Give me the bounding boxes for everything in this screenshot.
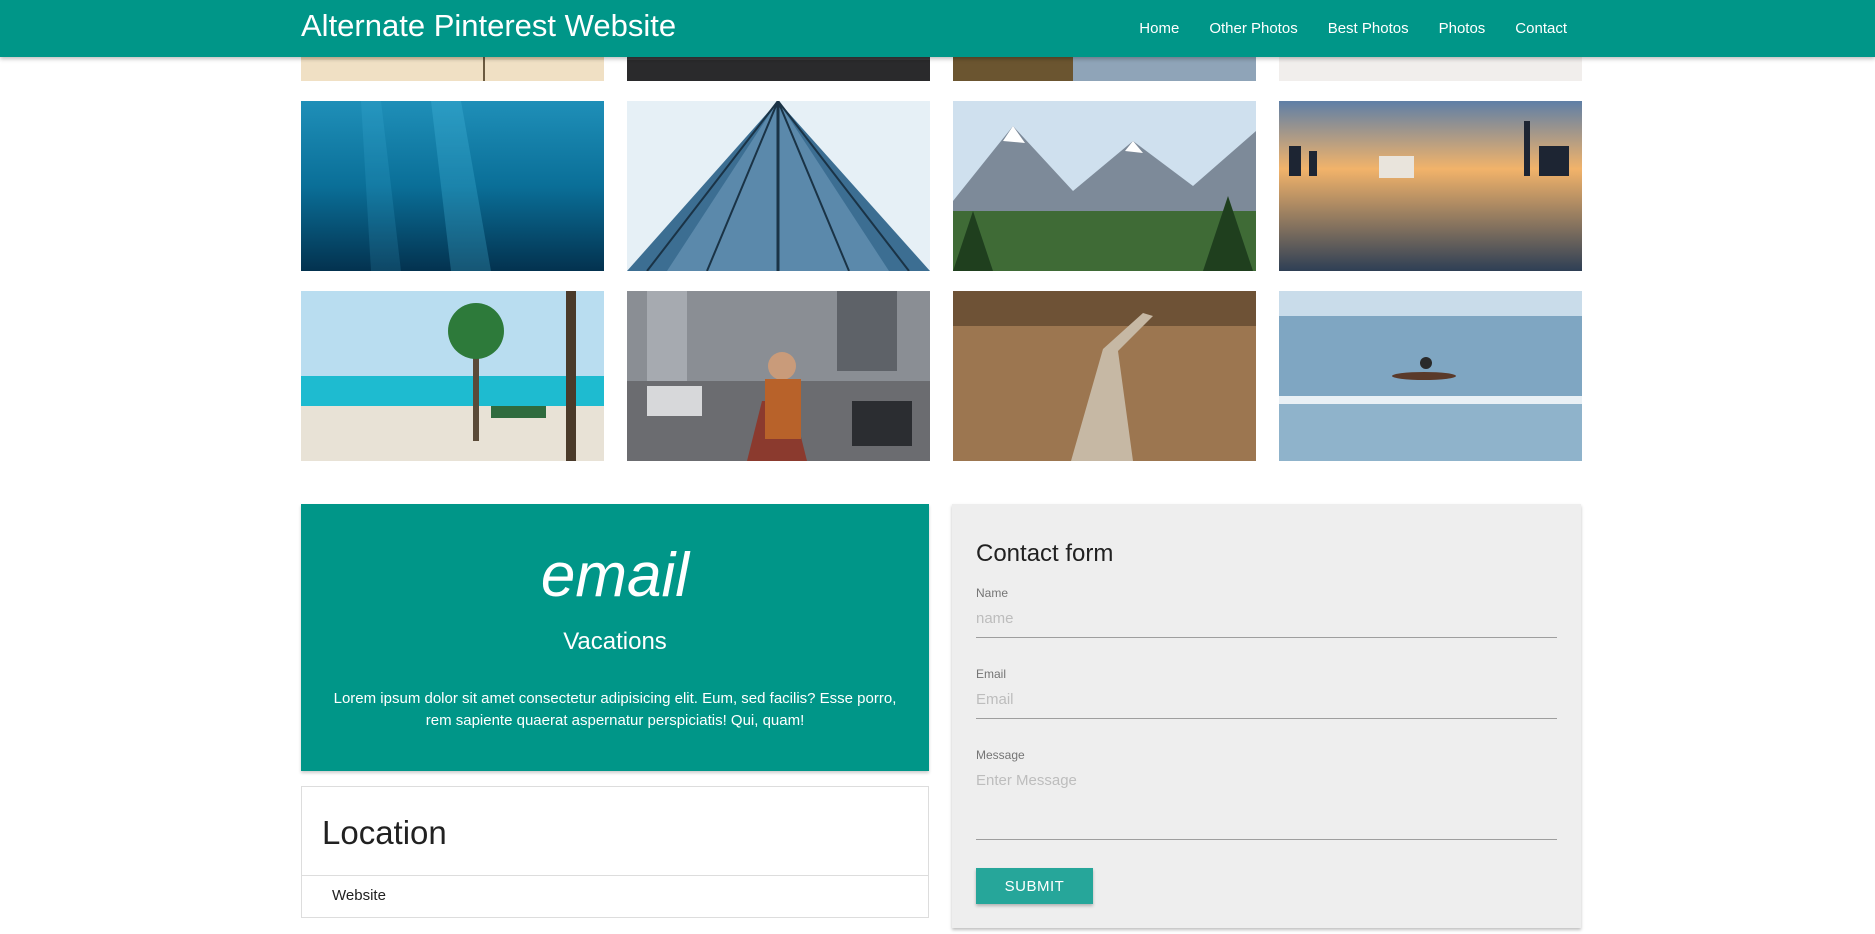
- message-input[interactable]: [976, 764, 1557, 840]
- city-street-woman-photo: [627, 291, 930, 461]
- nav-links: Home Other Photos Best Photos Photos Con…: [1109, 0, 1567, 57]
- gallery-row: [301, 291, 1582, 461]
- contact-form: Contact form Name Email Message SUBMIT: [952, 504, 1581, 928]
- nav-link-other-photos[interactable]: Other Photos: [1209, 20, 1297, 37]
- location-title: Location: [322, 814, 447, 851]
- location-card: Location Website: [301, 786, 929, 918]
- name-label: Name: [976, 586, 1009, 600]
- location-item-website[interactable]: Website: [332, 887, 386, 904]
- email-heading: email: [540, 541, 690, 610]
- mountain-valley-photo: [953, 101, 1256, 271]
- name-input[interactable]: [976, 602, 1557, 638]
- email-label: Email: [976, 667, 1007, 681]
- glass-building-photo: [627, 101, 930, 271]
- nav-link-home[interactable]: Home: [1139, 20, 1179, 37]
- city-sunset-boat-photo: [1279, 101, 1582, 271]
- name-field-group: Name: [976, 586, 1557, 638]
- kayak-ocean-photo: [1279, 291, 1582, 461]
- email-input[interactable]: [976, 683, 1557, 719]
- email-card: email Vacations Lorem ipsum dolor sit am…: [301, 504, 929, 771]
- underwater-photo: [301, 101, 604, 271]
- contact-form-title: Contact form: [976, 540, 1114, 567]
- message-label: Message: [976, 748, 1025, 762]
- nav-link-photos[interactable]: Photos: [1439, 20, 1486, 37]
- email-text: Lorem ipsum dolor sit amet consectetur a…: [333, 690, 897, 729]
- gallery-row: [301, 101, 1582, 271]
- location-divider: [302, 875, 928, 876]
- navbar: Alternate Pinterest Website Home Other P…: [0, 0, 1875, 57]
- email-field-group: Email: [976, 667, 1557, 719]
- boardwalk-field-photo: [953, 291, 1256, 461]
- palm-beach-photo: [301, 291, 604, 461]
- message-field-group: Message: [976, 748, 1557, 840]
- email-subheading: Vacations: [563, 628, 667, 655]
- nav-link-contact[interactable]: Contact: [1515, 20, 1567, 37]
- brand-logo[interactable]: Alternate Pinterest Website: [301, 8, 676, 44]
- submit-button[interactable]: SUBMIT: [976, 868, 1093, 904]
- nav-link-best-photos[interactable]: Best Photos: [1328, 20, 1409, 37]
